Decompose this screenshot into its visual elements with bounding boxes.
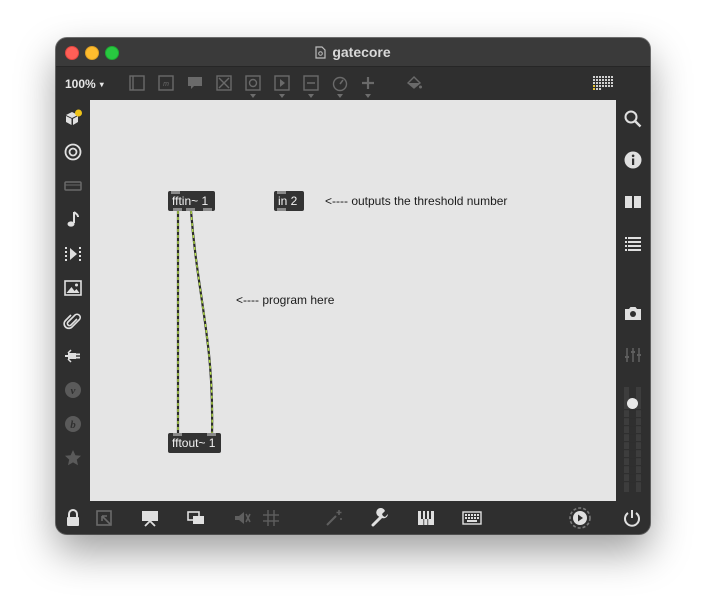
- star-icon[interactable]: [63, 448, 83, 468]
- step-play-icon[interactable]: [63, 244, 83, 264]
- top-toolbar: 100% ▾ m: [56, 67, 650, 100]
- object-fftout[interactable]: fftout~ 1: [168, 433, 221, 453]
- object-label: in 2: [278, 194, 298, 208]
- inlet[interactable]: [173, 433, 182, 436]
- image-icon[interactable]: [63, 278, 83, 298]
- svg-text:b: b: [70, 419, 76, 431]
- paperclip-icon[interactable]: [63, 312, 83, 332]
- plug-icon[interactable]: [63, 346, 83, 366]
- list-icon[interactable]: [623, 234, 643, 254]
- window-title: gatecore: [332, 44, 391, 60]
- camera-icon[interactable]: [623, 303, 643, 323]
- object-label: fftin~ 1: [172, 194, 209, 208]
- grid-icon[interactable]: [261, 508, 281, 528]
- transport-icon[interactable]: [568, 506, 592, 530]
- wrench-icon[interactable]: [370, 508, 390, 528]
- chevron-down-icon: ▾: [99, 80, 104, 89]
- grid-keyboard-icon[interactable]: [592, 74, 614, 92]
- search-icon[interactable]: [623, 109, 643, 129]
- v-circle-icon[interactable]: v: [63, 380, 83, 400]
- keyboard-icon[interactable]: [462, 508, 482, 528]
- piano-icon[interactable]: [416, 508, 436, 528]
- right-sidebar: [616, 100, 650, 501]
- bottom-toolbar: [56, 501, 650, 534]
- comment-threshold[interactable]: <---- outputs the threshold number: [325, 194, 507, 208]
- target-icon[interactable]: [63, 142, 83, 162]
- package-icon[interactable]: [63, 108, 83, 128]
- presentation-mode-icon[interactable]: [94, 508, 114, 528]
- presentation-icon[interactable]: [128, 74, 146, 92]
- svg-text:m: m: [163, 81, 169, 88]
- info-icon[interactable]: [623, 150, 643, 170]
- projector-icon[interactable]: [140, 508, 160, 528]
- gain-slider-thumb[interactable]: [627, 397, 638, 409]
- mute-icon[interactable]: [232, 508, 252, 528]
- zoom-value: 100%: [65, 77, 96, 91]
- object-in2[interactable]: in 2: [274, 191, 304, 211]
- inlet[interactable]: [171, 191, 180, 194]
- object-fftin[interactable]: fftin~ 1: [168, 191, 215, 211]
- inlet[interactable]: [277, 191, 286, 194]
- patcher-canvas[interactable]: fftin~ 1 in 2 <---- outputs the threshol…: [90, 100, 616, 501]
- playlist-icon[interactable]: [273, 74, 291, 92]
- outlet[interactable]: [277, 208, 286, 211]
- add-object-icon[interactable]: [359, 74, 377, 92]
- mixer-icon[interactable]: [623, 345, 643, 365]
- music-note-icon[interactable]: [63, 210, 83, 230]
- title-bar: gatecore: [56, 38, 650, 67]
- dial-icon[interactable]: [331, 74, 349, 92]
- message-icon[interactable]: m: [157, 74, 175, 92]
- patcher-window: gatecore 100% ▾ m v b fftin~ 1 in 2 <---…: [56, 38, 650, 534]
- sparkle-icon[interactable]: [324, 508, 344, 528]
- toolbar-strip-icon[interactable]: [63, 176, 83, 196]
- button-icon[interactable]: [244, 74, 262, 92]
- zoom-dropdown[interactable]: 100% ▾: [65, 77, 104, 91]
- b-circle-icon[interactable]: b: [63, 414, 83, 434]
- toggle-icon[interactable]: [215, 74, 233, 92]
- object-label: fftout~ 1: [172, 436, 216, 450]
- left-sidebar: v b: [56, 100, 90, 501]
- comment-icon[interactable]: [186, 74, 204, 92]
- book-icon[interactable]: [623, 192, 643, 212]
- slider-icon[interactable]: [302, 74, 320, 92]
- outlet[interactable]: [203, 208, 212, 211]
- inlet[interactable]: [207, 433, 216, 436]
- paint-bucket-icon[interactable]: [405, 74, 423, 92]
- lock-icon[interactable]: [63, 508, 83, 528]
- document-icon: [315, 46, 326, 62]
- outlet[interactable]: [186, 208, 195, 211]
- power-icon[interactable]: [622, 508, 642, 528]
- window-title-wrap: gatecore: [56, 44, 650, 62]
- outlet[interactable]: [173, 208, 182, 211]
- comment-program[interactable]: <---- program here: [236, 293, 334, 307]
- windows-icon[interactable]: [186, 508, 206, 528]
- svg-text:v: v: [71, 385, 76, 397]
